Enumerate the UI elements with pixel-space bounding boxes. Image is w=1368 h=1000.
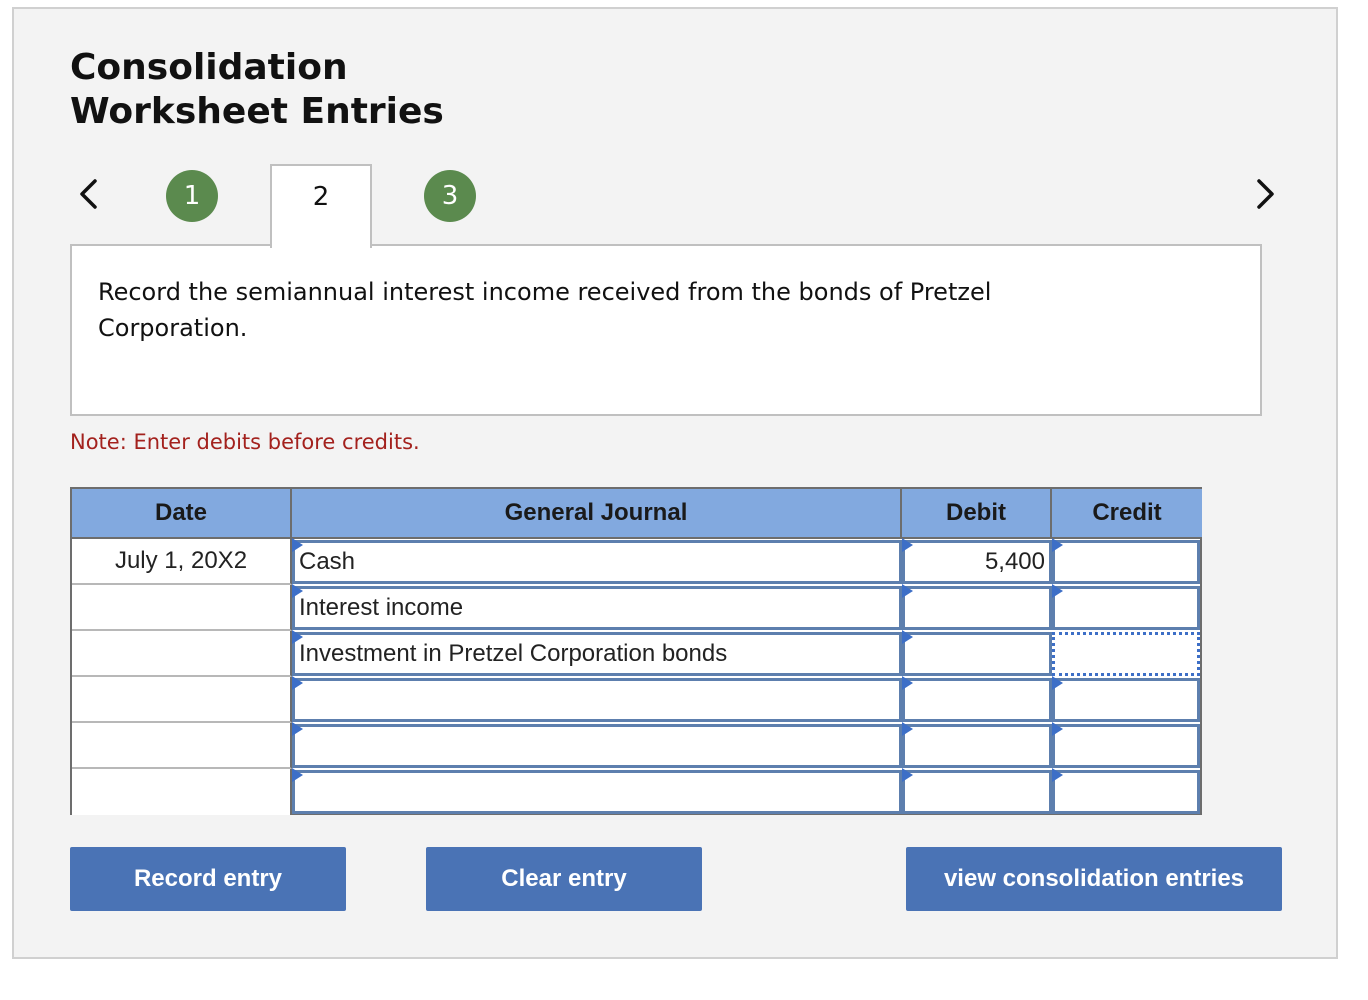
step-2-tab[interactable]: 2 bbox=[270, 164, 372, 248]
dropdown-marker-icon bbox=[1052, 722, 1063, 736]
date-column-header: Date bbox=[72, 489, 292, 539]
dropdown-marker-icon bbox=[902, 722, 913, 736]
debit-column-header: Debit bbox=[902, 489, 1052, 539]
page-title-line-2: Worksheet Entries bbox=[70, 91, 444, 132]
credit-input[interactable] bbox=[1052, 538, 1200, 584]
previous-step-button[interactable] bbox=[68, 172, 108, 216]
page-title: Consolidation Worksheet Entries bbox=[70, 46, 444, 134]
chevron-left-icon bbox=[80, 179, 97, 209]
dropdown-marker-icon bbox=[292, 676, 303, 690]
table-row bbox=[72, 676, 1200, 723]
next-step-button[interactable] bbox=[1246, 172, 1286, 216]
table-row: Investment in Pretzel Corporation bonds bbox=[72, 630, 1200, 677]
dropdown-marker-icon bbox=[902, 676, 913, 690]
date-cell[interactable] bbox=[72, 723, 292, 769]
date-cell[interactable] bbox=[72, 769, 292, 815]
account-value: Investment in Pretzel Corporation bonds bbox=[299, 640, 728, 667]
account-input[interactable]: Interest income bbox=[292, 584, 902, 630]
credit-input[interactable] bbox=[1052, 584, 1200, 630]
account-input[interactable]: Cash bbox=[292, 538, 902, 584]
instruction-box: Record the semiannual interest income re… bbox=[70, 244, 1262, 416]
dropdown-marker-icon bbox=[902, 768, 913, 782]
dropdown-marker-icon bbox=[1052, 676, 1063, 690]
dropdown-marker-icon bbox=[292, 584, 303, 598]
debit-input[interactable] bbox=[902, 722, 1052, 768]
dropdown-marker-icon bbox=[902, 584, 913, 598]
credit-input[interactable] bbox=[1052, 676, 1200, 722]
dropdown-marker-icon bbox=[292, 722, 303, 736]
table-row: Interest income bbox=[72, 584, 1200, 631]
table-row: July 1, 20X2 Cash 5,400 bbox=[72, 538, 1200, 585]
step-2-label: 2 bbox=[312, 182, 330, 212]
general-journal-table: Date General Journal Debit Credit July 1… bbox=[70, 487, 1202, 815]
dropdown-marker-icon bbox=[902, 630, 913, 644]
instruction-text: Record the semiannual interest income re… bbox=[98, 278, 992, 342]
credit-input[interactable] bbox=[1052, 632, 1200, 676]
account-input[interactable] bbox=[292, 676, 902, 722]
date-cell[interactable] bbox=[72, 677, 292, 723]
dropdown-marker-icon bbox=[1052, 768, 1063, 782]
table-row bbox=[72, 768, 1200, 815]
dropdown-marker-icon bbox=[292, 538, 303, 552]
account-value: Cash bbox=[299, 548, 356, 575]
debit-input[interactable] bbox=[902, 630, 1052, 676]
date-cell[interactable] bbox=[72, 631, 292, 677]
debit-value: 5,400 bbox=[984, 548, 1045, 575]
date-cell[interactable]: July 1, 20X2 bbox=[72, 539, 292, 585]
worksheet-panel bbox=[12, 7, 1338, 959]
chevron-right-icon bbox=[1257, 179, 1274, 209]
debit-input[interactable] bbox=[902, 676, 1052, 722]
credit-column-header: Credit bbox=[1052, 489, 1202, 539]
dropdown-marker-icon bbox=[292, 768, 303, 782]
dropdown-marker-icon bbox=[292, 630, 303, 644]
note-text: Note: Enter debits before credits. bbox=[70, 430, 420, 454]
dropdown-marker-icon bbox=[1052, 584, 1063, 598]
date-cell[interactable] bbox=[72, 585, 292, 631]
dropdown-marker-icon bbox=[1052, 538, 1063, 552]
account-value: Interest income bbox=[299, 594, 464, 621]
clear-entry-button[interactable]: Clear entry bbox=[426, 847, 702, 911]
credit-input[interactable] bbox=[1052, 722, 1200, 768]
general-journal-column-header: General Journal bbox=[292, 489, 902, 539]
step-1-button[interactable]: 1 bbox=[166, 170, 218, 222]
account-input[interactable] bbox=[292, 768, 902, 814]
table-row bbox=[72, 722, 1200, 769]
step-3-button[interactable]: 3 bbox=[424, 170, 476, 222]
debit-input[interactable] bbox=[902, 768, 1052, 814]
debit-input[interactable] bbox=[902, 584, 1052, 630]
credit-input[interactable] bbox=[1052, 768, 1200, 814]
record-entry-button[interactable]: Record entry bbox=[70, 847, 346, 911]
account-input[interactable] bbox=[292, 722, 902, 768]
page-title-line-1: Consolidation bbox=[70, 47, 348, 88]
account-input[interactable]: Investment in Pretzel Corporation bonds bbox=[292, 630, 902, 676]
view-consolidation-entries-button[interactable]: view consolidation entries bbox=[906, 847, 1282, 911]
dropdown-marker-icon bbox=[902, 538, 913, 552]
debit-input[interactable]: 5,400 bbox=[902, 538, 1052, 584]
